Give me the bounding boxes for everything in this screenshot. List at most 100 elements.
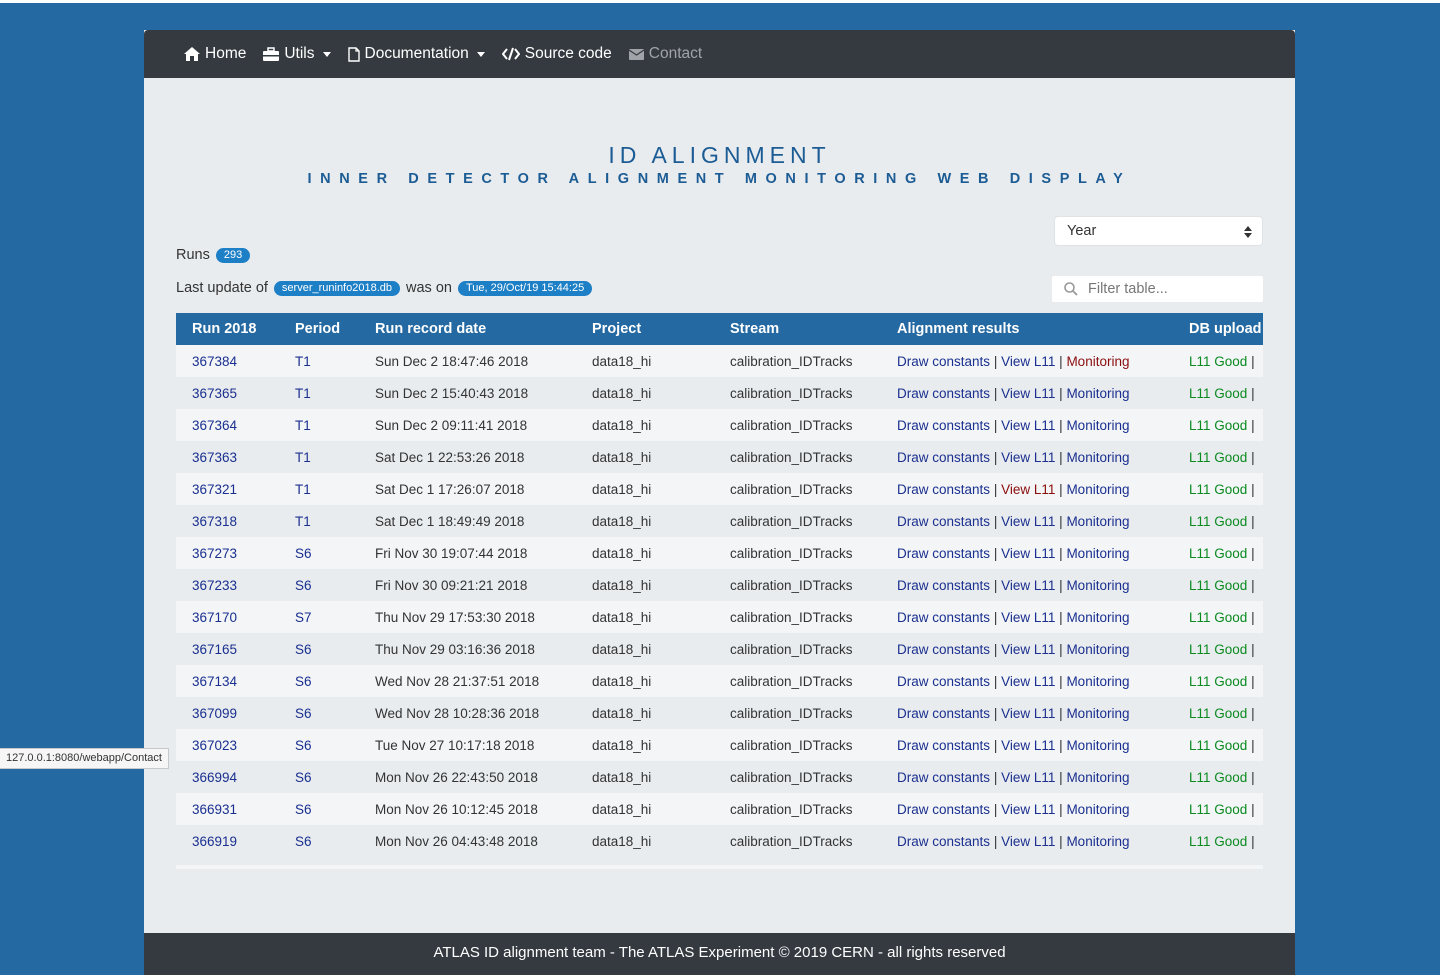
period-link[interactable]: S6: [279, 729, 359, 761]
run-number-link[interactable]: 367023: [176, 729, 279, 761]
draw-constants-link[interactable]: Draw constants: [897, 802, 990, 817]
period-link[interactable]: S6: [279, 825, 359, 857]
view-l11-link[interactable]: View L11: [1001, 706, 1055, 721]
draw-constants-link[interactable]: Draw constants: [897, 514, 990, 529]
view-l11-link[interactable]: View L11: [1001, 610, 1055, 625]
nav-source-code[interactable]: Source code: [501, 45, 612, 63]
monitoring-link[interactable]: Monitoring: [1066, 642, 1129, 657]
db-upload-status-link[interactable]: L11 Good: [1189, 610, 1247, 625]
run-number-link[interactable]: 367170: [176, 601, 279, 633]
view-l11-link[interactable]: View L11: [1001, 770, 1055, 785]
year-select[interactable]: Year: [1054, 216, 1263, 246]
monitoring-link[interactable]: Monitoring: [1066, 738, 1129, 753]
db-upload-status-link[interactable]: L11 Good: [1189, 418, 1247, 433]
run-number-link[interactable]: 366931: [176, 793, 279, 825]
run-number-link[interactable]: 367321: [176, 473, 279, 505]
nav-utils[interactable]: Utils: [263, 45, 331, 63]
period-link[interactable]: T1: [279, 345, 359, 377]
period-link[interactable]: S6: [279, 761, 359, 793]
draw-constants-link[interactable]: Draw constants: [897, 834, 990, 849]
monitoring-link[interactable]: Monitoring: [1066, 674, 1129, 689]
period-link[interactable]: S6: [279, 697, 359, 729]
draw-constants-link[interactable]: Draw constants: [897, 642, 990, 657]
monitoring-link[interactable]: Monitoring: [1066, 450, 1129, 465]
draw-constants-link[interactable]: Draw constants: [897, 482, 990, 497]
nav-home[interactable]: Home: [184, 45, 246, 63]
run-number-link[interactable]: 367318: [176, 505, 279, 537]
draw-constants-link[interactable]: Draw constants: [897, 578, 990, 593]
col-header-project[interactable]: Project: [576, 313, 714, 345]
monitoring-link[interactable]: Monitoring: [1066, 706, 1129, 721]
nav-documentation[interactable]: Documentation: [347, 45, 485, 63]
nav-contact[interactable]: Contact: [628, 45, 702, 63]
view-l11-link[interactable]: View L11: [1001, 354, 1055, 369]
period-link[interactable]: T1: [279, 409, 359, 441]
draw-constants-link[interactable]: Draw constants: [897, 354, 990, 369]
db-upload-status-link[interactable]: L11 Good: [1189, 546, 1247, 561]
run-number-link[interactable]: 367134: [176, 665, 279, 697]
draw-constants-link[interactable]: Draw constants: [897, 386, 990, 401]
view-l11-link[interactable]: View L11: [1001, 834, 1055, 849]
db-upload-status-link[interactable]: L11 Good: [1189, 354, 1247, 369]
db-upload-status-link[interactable]: L11 Good: [1189, 706, 1247, 721]
period-link[interactable]: S7: [279, 601, 359, 633]
monitoring-link[interactable]: Monitoring: [1066, 386, 1129, 401]
db-upload-status-link[interactable]: L11 Good: [1189, 386, 1247, 401]
view-l11-link[interactable]: View L11: [1001, 514, 1055, 529]
monitoring-link[interactable]: Monitoring: [1066, 418, 1129, 433]
period-link[interactable]: T1: [279, 377, 359, 409]
view-l11-link[interactable]: View L11: [1001, 546, 1055, 561]
view-l11-link[interactable]: View L11: [1001, 642, 1055, 657]
run-number-link[interactable]: 367165: [176, 633, 279, 665]
col-header-stream[interactable]: Stream: [714, 313, 881, 345]
view-l11-link[interactable]: View L11: [1001, 418, 1055, 433]
run-number-link[interactable]: 367233: [176, 569, 279, 601]
monitoring-link[interactable]: Monitoring: [1066, 578, 1129, 593]
monitoring-link[interactable]: Monitoring: [1066, 354, 1129, 369]
view-l11-link[interactable]: View L11: [1001, 674, 1055, 689]
draw-constants-link[interactable]: Draw constants: [897, 610, 990, 625]
col-header-date[interactable]: Run record date: [359, 313, 576, 345]
col-header-period[interactable]: Period: [279, 313, 359, 345]
view-l11-link[interactable]: View L11: [1001, 738, 1055, 753]
run-number-link[interactable]: 367384: [176, 345, 279, 377]
period-link[interactable]: T1: [279, 505, 359, 537]
monitoring-link[interactable]: Monitoring: [1066, 802, 1129, 817]
db-upload-status-link[interactable]: L11 Good: [1189, 450, 1247, 465]
draw-constants-link[interactable]: Draw constants: [897, 674, 990, 689]
col-header-alignment[interactable]: Alignment results: [881, 313, 1173, 345]
db-upload-status-link[interactable]: L11 Good: [1189, 674, 1247, 689]
monitoring-link[interactable]: Monitoring: [1066, 770, 1129, 785]
monitoring-link[interactable]: Monitoring: [1066, 610, 1129, 625]
col-header-run[interactable]: Run 2018: [176, 313, 279, 345]
db-upload-status-link[interactable]: L11 Good: [1189, 642, 1247, 657]
view-l11-link[interactable]: View L11: [1001, 578, 1055, 593]
col-header-db-upload[interactable]: DB upload: [1173, 313, 1263, 345]
run-number-link[interactable]: 367099: [176, 697, 279, 729]
draw-constants-link[interactable]: Draw constants: [897, 706, 990, 721]
run-number-link[interactable]: 367365: [176, 377, 279, 409]
view-l11-link[interactable]: View L11: [1001, 386, 1055, 401]
run-number-link[interactable]: 367363: [176, 441, 279, 473]
monitoring-link[interactable]: Monitoring: [1066, 834, 1129, 849]
view-l11-link[interactable]: View L11: [1001, 450, 1055, 465]
period-link[interactable]: T1: [279, 441, 359, 473]
draw-constants-link[interactable]: Draw constants: [897, 770, 990, 785]
db-upload-status-link[interactable]: L11 Good: [1189, 802, 1247, 817]
run-number-link[interactable]: 366919: [176, 825, 279, 857]
period-link[interactable]: S6: [279, 633, 359, 665]
db-upload-status-link[interactable]: L11 Good: [1189, 738, 1247, 753]
period-link[interactable]: S6: [279, 537, 359, 569]
run-number-link[interactable]: 367364: [176, 409, 279, 441]
db-upload-status-link[interactable]: L11 Good: [1189, 482, 1247, 497]
monitoring-link[interactable]: Monitoring: [1066, 514, 1129, 529]
period-link[interactable]: S6: [279, 665, 359, 697]
view-l11-link[interactable]: View L11: [1001, 802, 1055, 817]
period-link[interactable]: T1: [279, 473, 359, 505]
run-number-link[interactable]: 366994: [176, 761, 279, 793]
db-upload-status-link[interactable]: L11 Good: [1189, 578, 1247, 593]
period-link[interactable]: S6: [279, 569, 359, 601]
monitoring-link[interactable]: Monitoring: [1066, 482, 1129, 497]
run-number-link[interactable]: 367273: [176, 537, 279, 569]
draw-constants-link[interactable]: Draw constants: [897, 546, 990, 561]
